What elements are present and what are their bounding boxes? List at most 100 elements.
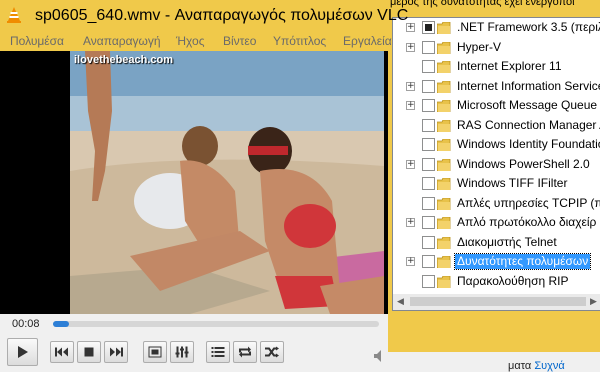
feature-checkbox[interactable] xyxy=(422,138,435,151)
expand-icon[interactable]: + xyxy=(406,257,415,266)
volume-icon[interactable] xyxy=(373,349,387,363)
feature-item[interactable]: Windows TIFF IFilter xyxy=(393,174,600,194)
feature-label: Δυνατότητες πολυμέσων xyxy=(453,253,592,270)
expand-icon[interactable]: + xyxy=(406,81,415,91)
feature-checkbox[interactable] xyxy=(422,60,435,73)
extended-settings-icon xyxy=(175,346,189,358)
extended-settings-button[interactable] xyxy=(170,341,194,363)
feature-label: .NET Framework 3.5 (περιλα xyxy=(457,20,600,34)
feature-checkbox[interactable] xyxy=(422,157,435,171)
horizontal-scrollbar[interactable]: ◀ ▶ xyxy=(392,294,600,311)
expand-icon[interactable]: + xyxy=(406,101,415,110)
fullscreen-button[interactable] xyxy=(143,341,167,363)
feature-checkbox[interactable] xyxy=(422,255,435,268)
expand-icon[interactable]: + xyxy=(406,42,415,52)
folder-icon xyxy=(436,177,451,191)
folder-icon xyxy=(436,80,451,93)
playlist-icon xyxy=(211,347,225,357)
bottom-text: ματα xyxy=(508,360,532,372)
menu-media[interactable]: Πολυμέσα xyxy=(10,34,64,48)
loop-button[interactable] xyxy=(233,341,257,363)
feature-label: Internet Information Service xyxy=(457,78,600,93)
feature-checkbox[interactable] xyxy=(422,99,435,112)
feature-item[interactable]: + Internet Information Service xyxy=(393,77,600,97)
beach-scene-image xyxy=(70,51,384,314)
feature-checkbox[interactable] xyxy=(422,40,435,54)
feature-item[interactable]: Απλές υπηρεσίες TCPIP (π. xyxy=(393,194,600,214)
feature-checkbox[interactable] xyxy=(422,196,435,210)
seek-slider[interactable] xyxy=(53,321,379,327)
vlc-titlebar[interactable]: sp0605_640.wmv - Αναπαραγωγός πολυμέσων … xyxy=(0,0,408,31)
vlc-menubar: Πολυμέσα Αναπαραγωγή Ήχος Βίντεο Υπότιτλ… xyxy=(0,31,392,51)
stop-button[interactable] xyxy=(77,341,101,363)
feature-item[interactable]: + .NET Framework 3.5 (περιλα xyxy=(393,18,600,38)
feature-checkbox[interactable] xyxy=(422,216,435,229)
feature-label: Διακομιστής Telnet xyxy=(457,234,557,249)
feature-item[interactable]: Παρακολούθηση RIP xyxy=(393,272,600,292)
menu-playback[interactable]: Αναπαραγωγή xyxy=(83,34,161,48)
feature-item[interactable]: + Hyper-V xyxy=(393,38,600,58)
menu-subtitle[interactable]: Υπότιτλος xyxy=(273,34,326,48)
feature-checkbox[interactable] xyxy=(422,79,435,93)
feature-item[interactable]: Διακομιστής Telnet xyxy=(393,233,600,253)
video-watermark: ilovethebeach.com xyxy=(74,54,174,66)
loop-icon xyxy=(239,346,251,358)
windows-features-dialog: μέρος της δυνατότητας έχει ενεργοποι + .N… xyxy=(382,0,600,372)
scroll-right-icon[interactable]: ▶ xyxy=(590,297,597,307)
feature-label: Απλό πρωτόκολλο διαχείρ xyxy=(457,215,597,229)
feature-label: Windows PowerShell 2.0 xyxy=(457,156,590,171)
feature-checkbox[interactable] xyxy=(422,235,435,249)
feature-label: Windows Identity Foundatio xyxy=(457,137,600,151)
feature-checkbox[interactable] xyxy=(422,274,435,288)
menu-audio[interactable]: Ήχος xyxy=(176,34,205,48)
scroll-left-icon[interactable]: ◀ xyxy=(397,297,404,307)
folder-icon xyxy=(436,138,451,152)
feature-item[interactable]: RAS Connection Manager A xyxy=(393,116,600,136)
folder-icon xyxy=(436,216,451,230)
feature-label: Hyper-V xyxy=(457,39,502,54)
feature-label: Microsoft Message Queue ( xyxy=(457,98,600,112)
video-area[interactable]: ilovethebeach.com xyxy=(0,51,388,314)
previous-icon xyxy=(55,347,68,357)
bottom-link[interactable]: Συχνά xyxy=(534,360,564,372)
next-button[interactable] xyxy=(104,341,128,363)
seek-progress xyxy=(53,321,70,327)
scrollbar-thumb[interactable] xyxy=(410,297,586,306)
feature-checkbox[interactable] xyxy=(422,177,435,190)
feature-label: Internet Explorer 11 xyxy=(457,59,562,73)
dialog-bottom-panel: ματα Συχνά xyxy=(382,352,600,372)
next-icon xyxy=(110,347,123,357)
feature-item[interactable]: Windows Identity Foundatio xyxy=(393,135,600,155)
previous-button[interactable] xyxy=(50,341,74,363)
playback-controls xyxy=(0,334,388,372)
seek-row: 00:08 xyxy=(0,314,388,334)
menu-tools[interactable]: Εργαλεία xyxy=(343,34,392,48)
feature-item[interactable]: + Δυνατότητες πολυμέσων xyxy=(393,252,600,272)
vlc-window: sp0605_640.wmv - Αναπαραγωγός πολυμέσων … xyxy=(0,0,408,372)
feature-label: Παρακολούθηση RIP xyxy=(457,273,569,288)
feature-item[interactable]: + Windows PowerShell 2.0 xyxy=(393,155,600,175)
shuffle-button[interactable] xyxy=(260,341,284,363)
folder-icon xyxy=(436,197,451,210)
feature-label: RAS Connection Manager A xyxy=(457,117,600,132)
folder-icon xyxy=(436,255,451,269)
play-button[interactable] xyxy=(7,338,38,366)
play-icon xyxy=(17,346,28,358)
folder-icon xyxy=(436,21,451,35)
feature-checkbox[interactable] xyxy=(422,118,435,132)
menu-video[interactable]: Βίντεο xyxy=(223,34,256,48)
stop-icon xyxy=(84,347,94,357)
expand-icon[interactable]: + xyxy=(406,159,415,169)
folder-icon xyxy=(436,41,451,54)
elapsed-time: 00:08 xyxy=(12,318,40,330)
playlist-button[interactable] xyxy=(206,341,230,363)
feature-item[interactable]: Internet Explorer 11 xyxy=(393,57,600,77)
folder-icon xyxy=(436,158,451,171)
folder-icon xyxy=(436,60,451,74)
folder-icon xyxy=(436,99,451,113)
expand-icon[interactable]: + xyxy=(406,218,415,227)
feature-item[interactable]: + Microsoft Message Queue ( xyxy=(393,96,600,116)
feature-item[interactable]: + Απλό πρωτόκολλο διαχείρ xyxy=(393,213,600,233)
features-tree[interactable]: + .NET Framework 3.5 (περιλα + Hyper-V Inter… xyxy=(392,17,600,295)
feature-checkbox[interactable] xyxy=(422,21,435,34)
